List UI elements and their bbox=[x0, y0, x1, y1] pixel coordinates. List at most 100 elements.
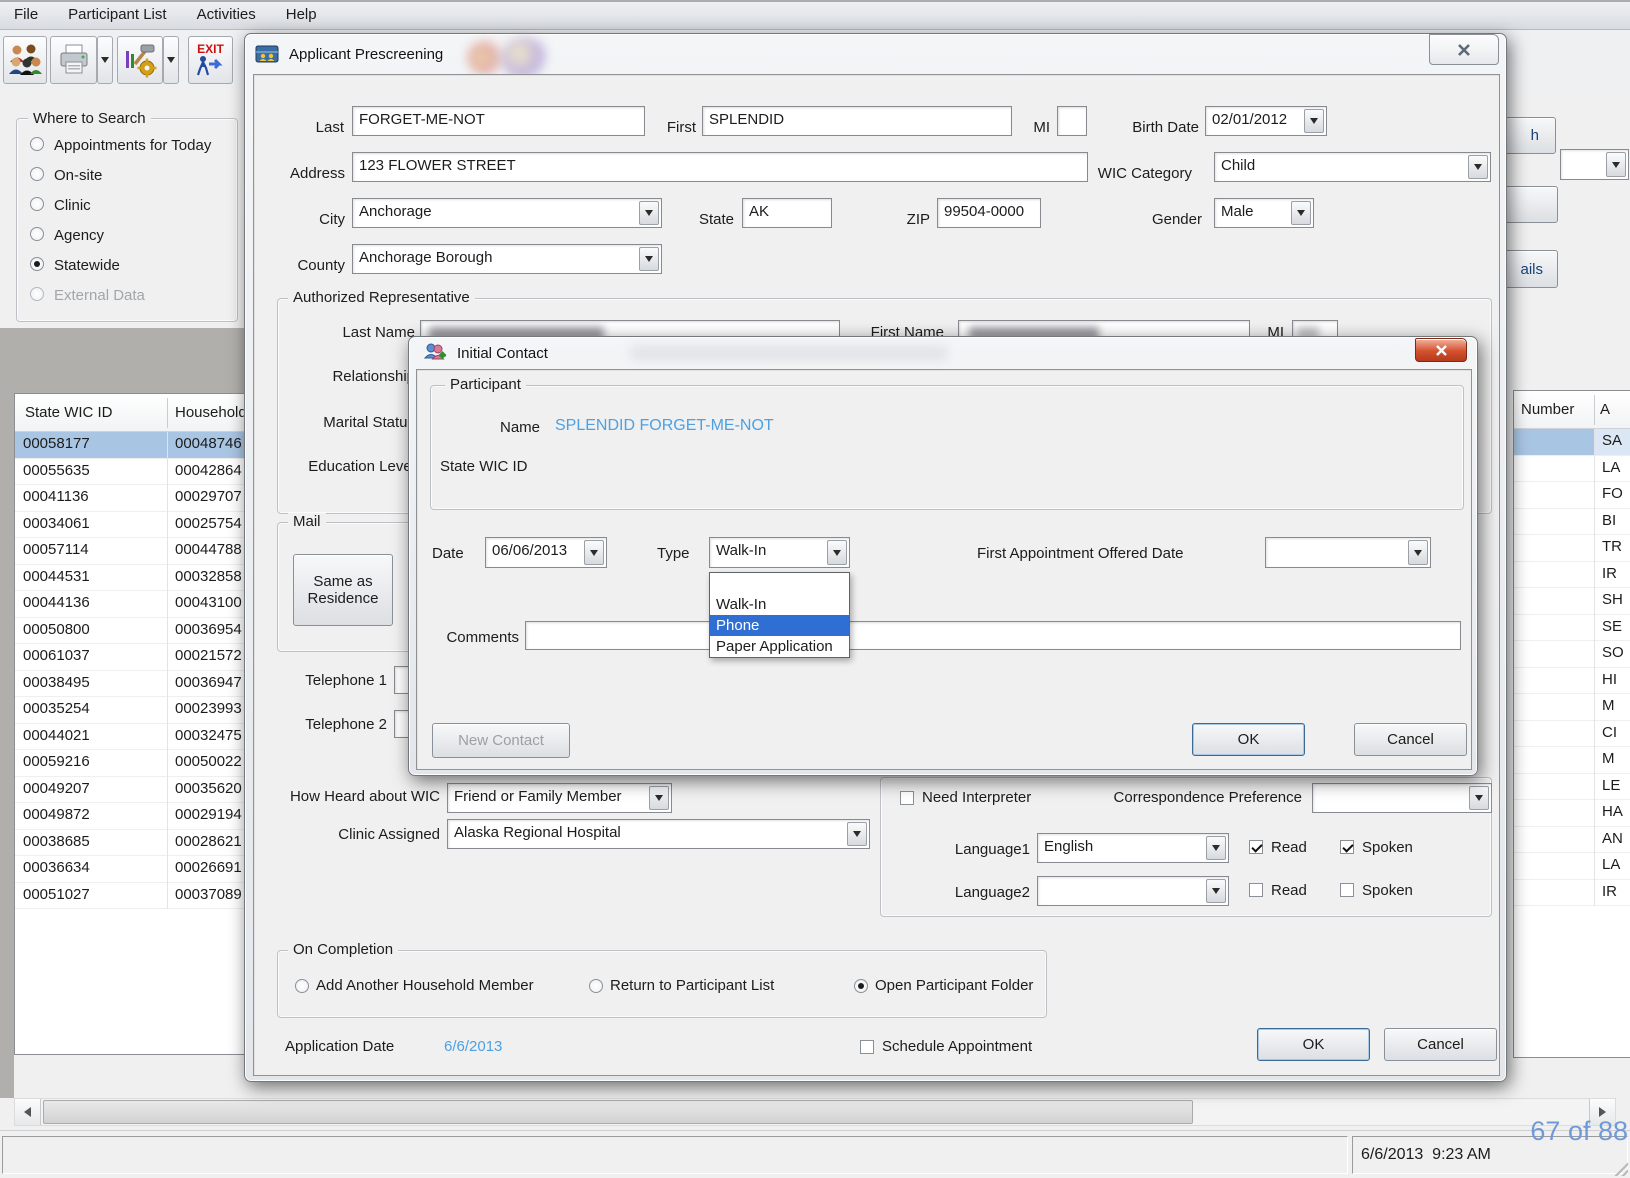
language2-select[interactable] bbox=[1037, 876, 1229, 906]
first-name-input[interactable]: SPLENDID bbox=[702, 106, 1012, 136]
table-row[interactable]: AN bbox=[1514, 827, 1630, 854]
tools-toolbar-button[interactable] bbox=[117, 36, 163, 84]
need-interpreter-checkbox[interactable] bbox=[900, 791, 914, 805]
dropdown-button[interactable] bbox=[827, 540, 847, 565]
dropdown-button[interactable] bbox=[649, 786, 669, 810]
menu-item-file[interactable]: File bbox=[8, 1, 44, 28]
contact-type-select[interactable]: Walk-In bbox=[709, 537, 850, 568]
table-row[interactable]: BI bbox=[1514, 509, 1630, 536]
menu-item-activities[interactable]: Activities bbox=[191, 1, 262, 28]
language2-read-checkbox[interactable] bbox=[1249, 883, 1263, 897]
table-row[interactable]: IR bbox=[1514, 880, 1630, 907]
dropdown-button[interactable] bbox=[1408, 540, 1428, 565]
language1-select[interactable]: English bbox=[1037, 833, 1229, 863]
search-option-statewide[interactable]: Statewide bbox=[28, 254, 233, 284]
radio-icon[interactable] bbox=[30, 287, 44, 301]
dropdown-option-walk-in[interactable]: Walk-In bbox=[710, 594, 849, 615]
print-toolbar-button[interactable] bbox=[50, 36, 97, 84]
contact-date-picker[interactable]: 06/06/2013 bbox=[485, 537, 607, 568]
dropdown-button[interactable] bbox=[584, 540, 604, 565]
comments-input[interactable] bbox=[525, 621, 1461, 650]
background-combo-partial[interactable] bbox=[1560, 149, 1629, 180]
table-row[interactable]: 0003525400023993 bbox=[15, 697, 245, 724]
dropdown-button[interactable] bbox=[1291, 201, 1311, 225]
on-completion-radio-return-to-participant-list[interactable] bbox=[589, 979, 603, 993]
dropdown-button[interactable] bbox=[1206, 836, 1226, 860]
table-row[interactable]: 0006103700021572 bbox=[15, 644, 245, 671]
table-row[interactable]: FO bbox=[1514, 482, 1630, 509]
applicant-prescreening-titlebar[interactable]: Applicant Prescreening bbox=[245, 34, 1506, 74]
search-option-clinic[interactable]: Clinic bbox=[28, 194, 233, 224]
address-input[interactable]: 123 FLOWER STREET bbox=[352, 152, 1088, 182]
city-select[interactable]: Anchorage bbox=[352, 198, 662, 228]
language2-spoken-checkbox[interactable] bbox=[1340, 883, 1354, 897]
scroll-thumb[interactable] bbox=[43, 1100, 1193, 1124]
table-row[interactable]: 0005711400044788 bbox=[15, 538, 245, 565]
horizontal-scrollbar[interactable] bbox=[14, 1098, 1616, 1126]
radio-icon[interactable] bbox=[30, 137, 44, 151]
search-option-agency[interactable]: Agency bbox=[28, 224, 233, 254]
correspondence-preference-select[interactable] bbox=[1312, 783, 1492, 813]
dropdown-option-blank[interactable] bbox=[710, 573, 849, 594]
table-row[interactable]: 0003849500036947 bbox=[15, 671, 245, 698]
participant-table-header[interactable]: State WIC ID Household bbox=[15, 394, 245, 432]
county-select[interactable]: Anchorage Borough bbox=[352, 244, 662, 274]
contact-type-dropdown-list[interactable]: Walk-InPhonePaper Application bbox=[709, 572, 850, 658]
participant-list-table[interactable]: State WIC ID Household 00058177000487460… bbox=[14, 393, 246, 1055]
column-header-a[interactable]: A bbox=[1600, 401, 1610, 418]
table-row[interactable]: 0004453100032858 bbox=[15, 565, 245, 592]
table-row[interactable]: 0004987200029194 bbox=[15, 803, 245, 830]
search-option-appointments-for-today[interactable]: Appointments for Today bbox=[28, 134, 233, 164]
right-table-header[interactable]: Number A bbox=[1514, 391, 1630, 429]
radio-icon[interactable] bbox=[30, 197, 44, 211]
language1-spoken-checkbox[interactable] bbox=[1340, 840, 1354, 854]
table-row[interactable]: SO bbox=[1514, 641, 1630, 668]
birth-date-picker[interactable]: 02/01/2012 bbox=[1205, 106, 1327, 136]
table-row[interactable]: 0005921600050022 bbox=[15, 750, 245, 777]
exit-toolbar-button[interactable]: EXIT bbox=[188, 36, 233, 84]
gender-select[interactable]: Male bbox=[1214, 198, 1314, 228]
table-row[interactable]: IR bbox=[1514, 562, 1630, 589]
dropdown-button[interactable] bbox=[1606, 152, 1626, 177]
dropdown-button[interactable] bbox=[1469, 786, 1489, 810]
table-row[interactable]: 0004413600043100 bbox=[15, 591, 245, 618]
table-row[interactable]: 0003406100025754 bbox=[15, 512, 245, 539]
table-row[interactable]: SH bbox=[1514, 588, 1630, 615]
ok-button[interactable]: OK bbox=[1192, 723, 1305, 756]
tools-dropdown-button[interactable] bbox=[163, 36, 179, 84]
dropdown-button[interactable] bbox=[847, 822, 867, 846]
table-row[interactable]: 0005563500042864 bbox=[15, 459, 245, 486]
participants-toolbar-button[interactable] bbox=[3, 36, 47, 84]
column-header-number[interactable]: Number bbox=[1521, 401, 1574, 418]
cancel-button[interactable]: Cancel bbox=[1384, 1028, 1497, 1061]
close-window-button[interactable] bbox=[1415, 338, 1467, 362]
on-completion-radio-open-participant-folder[interactable] bbox=[854, 979, 868, 993]
print-dropdown-button[interactable] bbox=[97, 36, 113, 84]
mi-input[interactable] bbox=[1057, 106, 1087, 136]
radio-icon[interactable] bbox=[30, 257, 44, 271]
initial-contact-titlebar[interactable]: Initial Contact bbox=[409, 337, 1477, 369]
dropdown-button[interactable] bbox=[1468, 155, 1488, 179]
language1-read-checkbox[interactable] bbox=[1249, 840, 1263, 854]
search-option-on-site[interactable]: On-site bbox=[28, 164, 233, 194]
column-header-household[interactable]: Household bbox=[175, 404, 247, 421]
dropdown-button[interactable] bbox=[639, 247, 659, 271]
table-row[interactable]: 0005080000036954 bbox=[15, 618, 245, 645]
on-completion-radio-add-another-household-member[interactable] bbox=[295, 979, 309, 993]
table-row[interactable]: TR bbox=[1514, 535, 1630, 562]
same-as-residence-button[interactable]: Same as Residence bbox=[293, 554, 393, 626]
table-row[interactable]: SA bbox=[1514, 429, 1630, 456]
table-row[interactable]: 0004920700035620 bbox=[15, 777, 245, 804]
zip-input[interactable]: 99504-0000 bbox=[937, 198, 1041, 228]
menu-item-help[interactable]: Help bbox=[280, 1, 323, 28]
table-row[interactable]: 0003663400026691 bbox=[15, 856, 245, 883]
radio-icon[interactable] bbox=[30, 227, 44, 241]
scroll-left-button[interactable] bbox=[15, 1099, 41, 1125]
clinic-assigned-select[interactable]: Alaska Regional Hospital bbox=[447, 819, 870, 849]
close-window-button[interactable] bbox=[1429, 34, 1499, 65]
column-header-state-wic-id[interactable]: State WIC ID bbox=[25, 404, 113, 421]
dropdown-option-paper-application[interactable]: Paper Application bbox=[710, 636, 849, 657]
dropdown-button[interactable] bbox=[1206, 879, 1226, 903]
search-option-external-data[interactable]: External Data bbox=[28, 284, 233, 314]
table-row[interactable]: CI bbox=[1514, 721, 1630, 748]
